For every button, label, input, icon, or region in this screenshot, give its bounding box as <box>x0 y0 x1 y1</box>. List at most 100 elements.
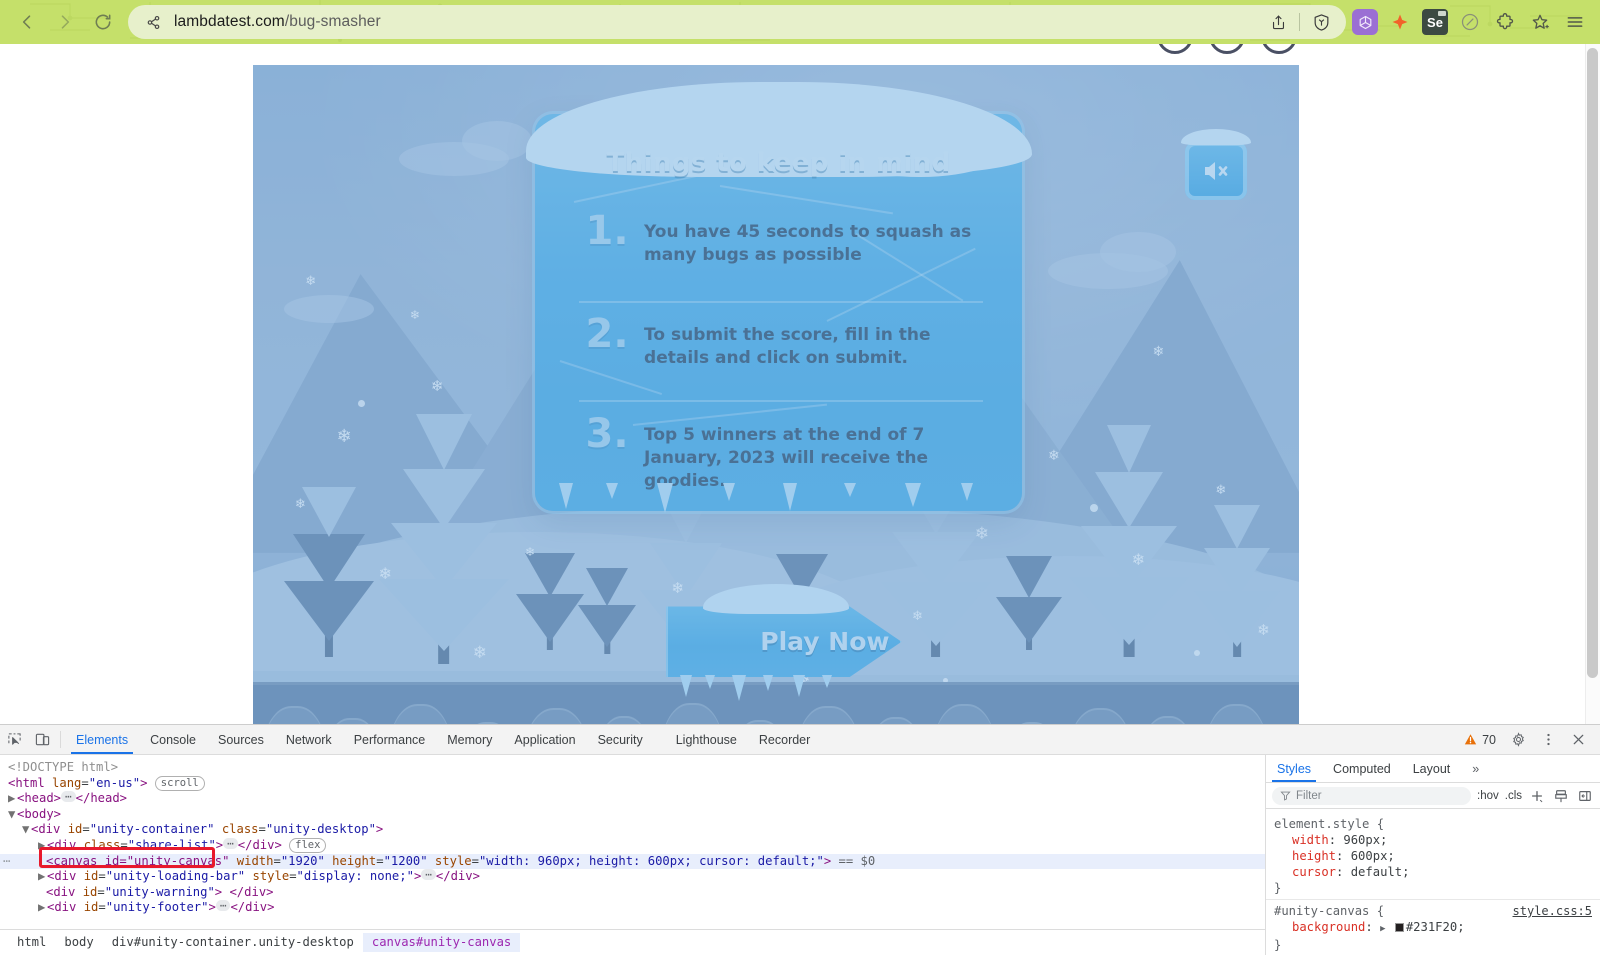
tab-layout[interactable]: Layout <box>1402 755 1462 782</box>
tab-more-panels[interactable]: » <box>1461 755 1490 782</box>
cobble-rock <box>1142 715 1195 724</box>
brave-shields-icon[interactable] <box>1306 7 1336 37</box>
back-arrow-icon[interactable] <box>10 5 44 39</box>
page-scrollbar[interactable] <box>1585 44 1600 724</box>
color-swatch[interactable] <box>1394 923 1404 932</box>
breadcrumb-item-unity-container[interactable]: div#unity-container.unity-desktop <box>103 933 363 953</box>
dom-line-body[interactable]: ▼ <body> <box>0 807 1265 823</box>
declaration-value: 960px; <box>1343 833 1388 847</box>
snowflake: ❄ <box>336 426 352 447</box>
breadcrumb-item-unity-canvas[interactable]: canvas#unity-canvas <box>362 932 521 953</box>
unity-extension-icon[interactable] <box>1352 9 1378 35</box>
dom-line-unity-warning[interactable]: <div id="unity-warning"> </div> <box>0 885 1265 901</box>
icicle <box>722 483 735 502</box>
declaration[interactable]: background: ▶ #231F20; <box>1274 919 1592 937</box>
computed-sidebar-icon[interactable] <box>1576 787 1594 805</box>
tab-recorder[interactable]: Recorder <box>748 725 821 754</box>
orange-extension-icon[interactable] <box>1387 9 1413 35</box>
styles-filter-input[interactable]: Filter <box>1272 786 1471 805</box>
style-rule-unity-canvas[interactable]: #unity-canvas { style.css:5 background: … <box>1266 900 1600 955</box>
collapsed-children-icon[interactable]: ⋯ <box>223 837 238 849</box>
rule-item: 2. To submit the score, fill in the deta… <box>584 314 993 370</box>
declaration[interactable]: width: 960px; <box>1274 832 1592 848</box>
hov-toggle[interactable]: :hov <box>1477 790 1499 802</box>
more-vertical-icon[interactable] <box>1534 732 1562 747</box>
snow-dot <box>357 399 365 407</box>
styles-rules-list[interactable]: element.style { width: 960px; height: 60… <box>1266 809 1600 955</box>
inspect-element-icon[interactable] <box>0 725 28 754</box>
extensions-area: Se <box>1352 9 1600 35</box>
reload-icon[interactable] <box>86 5 120 39</box>
collapsed-children-icon[interactable]: ⋯ <box>421 869 436 881</box>
dom-line-unity-footer[interactable]: ▶ <div id="unity-footer"> ⋯ </div> <box>0 900 1265 916</box>
share-icon[interactable] <box>1263 7 1293 37</box>
expand-shorthand-icon[interactable]: ▶ <box>1380 924 1385 934</box>
rule-close-brace: } <box>1274 938 1282 952</box>
cls-toggle[interactable]: .cls <box>1505 790 1522 802</box>
tab-console[interactable]: Console <box>139 725 207 754</box>
tab-styles[interactable]: Styles <box>1266 755 1322 782</box>
extensions-puzzle-icon[interactable] <box>1492 9 1518 35</box>
tab-elements[interactable]: Elements <box>65 725 139 754</box>
gear-icon[interactable] <box>1504 732 1532 747</box>
dom-line-unity-canvas[interactable]: ⋯ <canvas id="unity-canvas" width="1920" … <box>0 853 1265 870</box>
breadcrumb-item-body[interactable]: body <box>55 933 102 953</box>
tab-application[interactable]: Application <box>503 725 586 754</box>
dom-line-loading-bar[interactable]: ▶ <div id="unity-loading-bar" style="disp… <box>0 869 1265 885</box>
play-now-label[interactable]: Play Now <box>666 602 901 682</box>
declaration[interactable]: cursor: default; <box>1274 864 1592 880</box>
tab-sources[interactable]: Sources <box>207 725 275 754</box>
dom-line-head[interactable]: ▶ <head> ⋯ </head> <box>0 791 1265 807</box>
tab-lighthouse[interactable]: Lighthouse <box>654 725 748 754</box>
tab-network[interactable]: Network <box>275 725 343 754</box>
canvas-tag-highlighted: <canvas id="unity-canvas" <box>46 853 230 868</box>
browser-menu-icon[interactable] <box>1562 9 1588 35</box>
pencil-extension-icon[interactable] <box>1457 9 1483 35</box>
tree-layer <box>284 581 375 642</box>
bookmark-star-icon[interactable] <box>1527 9 1553 35</box>
url-text[interactable]: lambdatest.com/bug-smasher <box>174 13 1263 31</box>
omnibox-divider <box>1299 13 1300 31</box>
tab-computed[interactable]: Computed <box>1322 755 1402 782</box>
declaration[interactable]: height: 600px; <box>1274 848 1592 864</box>
tab-performance[interactable]: Performance <box>343 725 437 754</box>
close-icon[interactable] <box>1564 732 1592 747</box>
snowflake: ❄ <box>409 307 420 322</box>
share-list-item[interactable] <box>1261 44 1297 54</box>
dom-tree-pane[interactable]: <!DOCTYPE html> <html lang="en-us"> scro… <box>0 755 1265 955</box>
dom-line-unity-container[interactable]: ▼ <div id="unity-container" class="unity-… <box>0 822 1265 838</box>
collapsed-children-icon[interactable]: ⋯ <box>61 791 76 803</box>
doctype-text: <!DOCTYPE html> <box>8 760 119 774</box>
tab-security[interactable]: Security <box>587 725 654 754</box>
mute-button[interactable] <box>1184 141 1247 200</box>
speaker-mute-icon <box>1204 161 1228 180</box>
dom-line-share-list[interactable]: ▶ <div class="share-list"> ⋯ </div> flex <box>0 837 1265 854</box>
unity-game-canvas[interactable]: ❄ ❄ ❄ ❄ ❄ ❄ ❄ ❄ ❄ ❄ ❄ ❄ ❄ ❄ ❄ ❄ ❄ ❄ <box>253 65 1299 724</box>
tab-memory[interactable]: Memory <box>436 725 503 754</box>
declaration-property: width <box>1292 833 1329 847</box>
styles-toolbar: Filter :hov .cls <box>1266 783 1600 809</box>
add-style-rule-icon[interactable] <box>1528 787 1546 805</box>
toggle-print-media-icon[interactable] <box>1552 787 1570 805</box>
device-toolbar-icon[interactable] <box>28 725 56 754</box>
page-scrollbar-thumb[interactable] <box>1587 48 1598 678</box>
breadcrumb-item-html[interactable]: html <box>8 933 55 953</box>
style-source-link[interactable]: style.css:5 <box>1513 903 1592 919</box>
share-list-item[interactable] <box>1209 44 1245 54</box>
cobble-rock <box>870 717 923 724</box>
rule-number: 3. <box>585 410 629 457</box>
dom-line-html[interactable]: <html lang="en-us"> scroll <box>0 775 1265 792</box>
forward-arrow-icon[interactable] <box>48 5 82 39</box>
address-bar[interactable]: lambdatest.com/bug-smasher <box>128 5 1346 39</box>
collapsed-children-icon[interactable]: ⋯ <box>215 900 231 912</box>
selenium-extension-icon[interactable]: Se <box>1422 9 1448 35</box>
style-rule-element-style[interactable]: element.style { width: 960px; height: 60… <box>1266 813 1600 900</box>
declaration-value: #231F20; <box>1405 920 1465 934</box>
snowflake: ❄ <box>1257 621 1270 639</box>
tabbar-spacer <box>821 725 1456 754</box>
declaration-property: background <box>1292 920 1366 934</box>
warnings-indicator[interactable]: 70 <box>1456 725 1504 754</box>
tree-layer <box>402 469 485 530</box>
site-settings-icon[interactable] <box>144 13 162 31</box>
share-list-item[interactable] <box>1157 44 1193 54</box>
